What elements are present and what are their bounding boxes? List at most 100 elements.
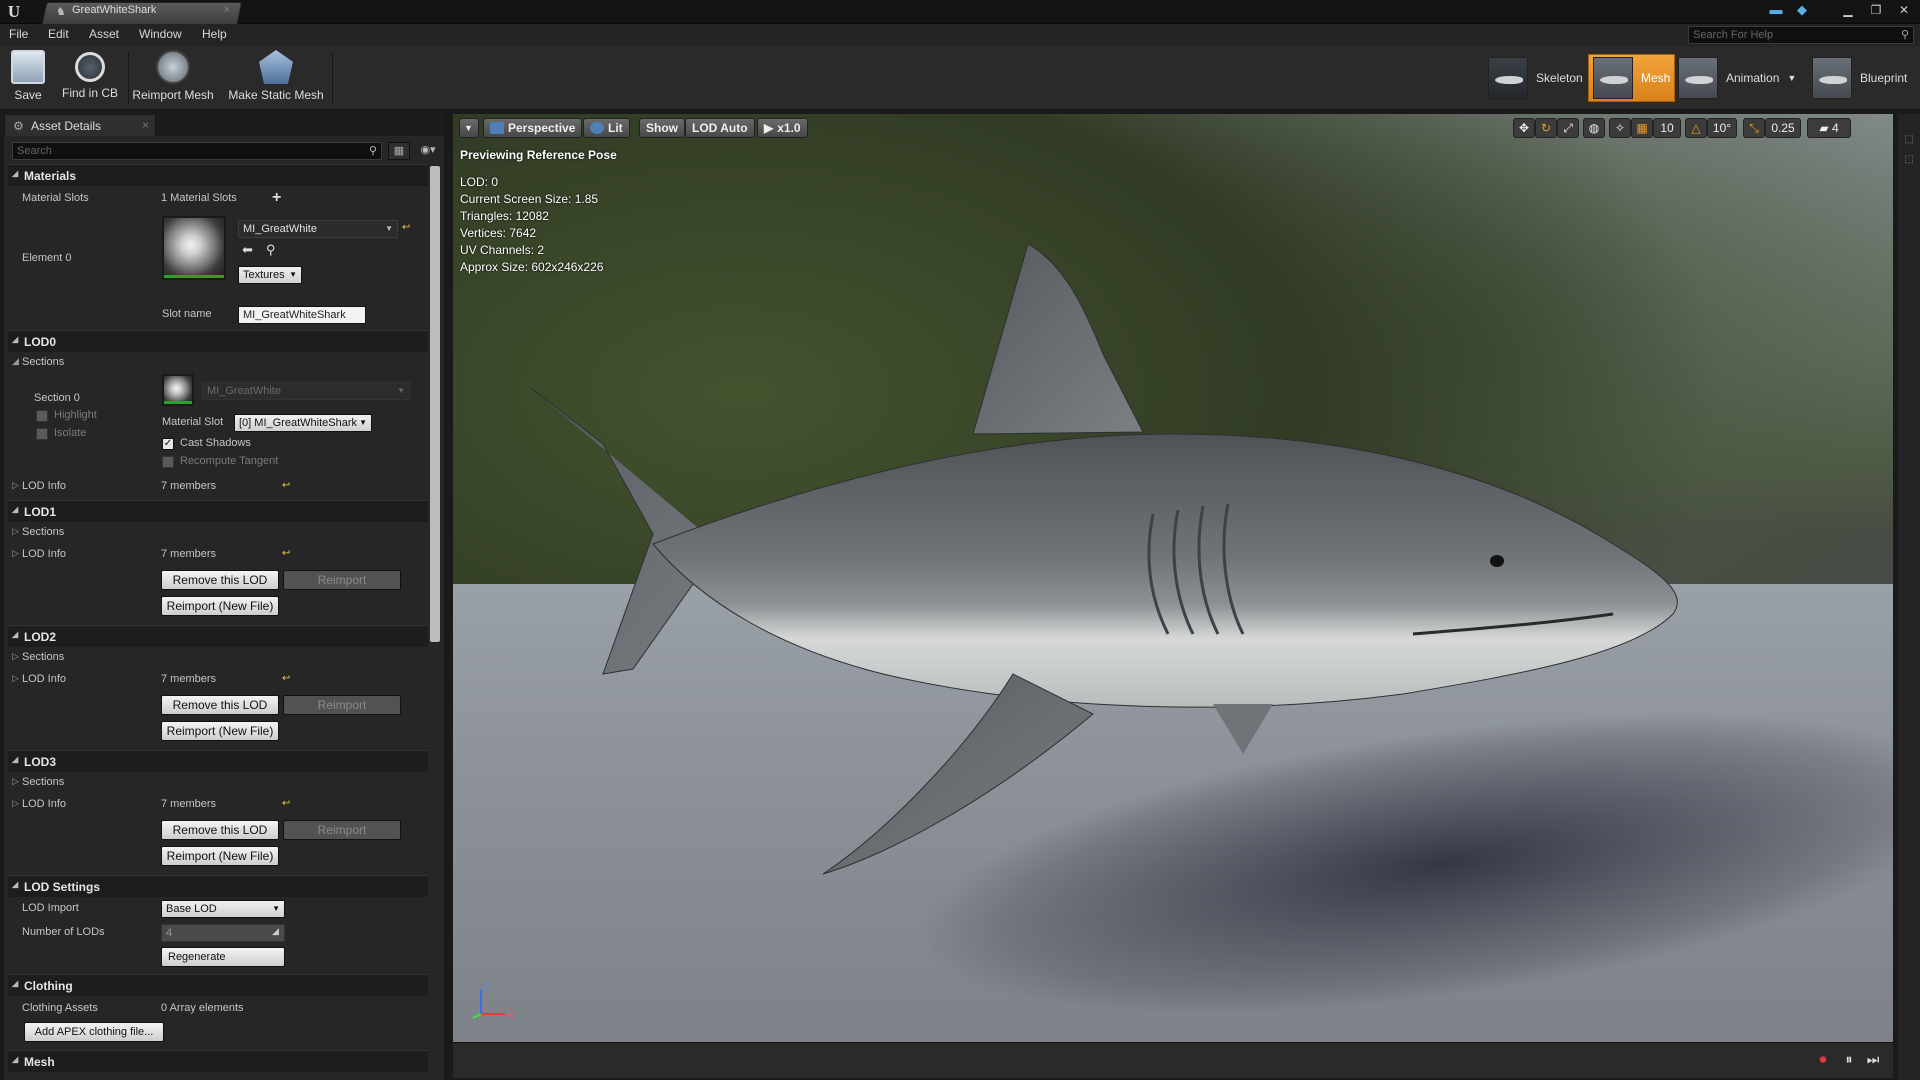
menu-help[interactable]: Help: [202, 27, 227, 41]
mode-mesh[interactable]: Mesh: [1588, 54, 1676, 102]
reimport-lod3-button[interactable]: Reimport: [283, 820, 401, 840]
remove-lod2-button[interactable]: Remove this LOD: [161, 695, 279, 715]
scale-mode-icon[interactable]: ⤢: [1557, 118, 1579, 138]
make-static-mesh-button[interactable]: Make Static Mesh: [224, 50, 328, 106]
lod-auto-button[interactable]: LOD Auto: [685, 118, 755, 138]
expand-icon[interactable]: ▷: [12, 776, 19, 787]
expand-icon[interactable]: ▷: [12, 548, 19, 559]
lod-import-dropdown[interactable]: Base LOD: [161, 900, 285, 918]
menu-window[interactable]: Window: [139, 27, 182, 41]
lod2-sections-row[interactable]: ▷ Sections: [8, 647, 428, 669]
lod1-lod-info-row[interactable]: ▷ LOD Info 7 members ↩: [8, 544, 428, 566]
details-scrollbar[interactable]: [430, 166, 440, 642]
unreal-logo-icon[interactable]: U: [4, 2, 24, 22]
category-lod1[interactable]: LOD1: [8, 500, 428, 522]
restore-icon[interactable]: ❐: [1866, 2, 1886, 18]
remove-lod1-button[interactable]: Remove this LOD: [161, 570, 279, 590]
pause-icon[interactable]: ⏸: [1839, 1051, 1859, 1071]
add-icon[interactable]: +: [272, 189, 281, 207]
use-selected-icon[interactable]: ⬅: [242, 242, 253, 258]
side-tab-icon[interactable]: ⬚: [1903, 134, 1915, 148]
viewport[interactable]: ▼ Perspective Lit Show LOD Auto ▶ x1.0 ✥ …: [453, 114, 1893, 1042]
lod3-lod-info-row[interactable]: ▷ LOD Info 7 members ↩: [8, 794, 428, 816]
reimport-new-file-lod1-button[interactable]: Reimport (New File): [161, 596, 279, 616]
close-tab-icon[interactable]: ×: [224, 4, 230, 16]
category-lod0[interactable]: LOD0: [8, 330, 428, 352]
number-of-lods-field[interactable]: 4: [161, 924, 285, 942]
spinner-arrow-icon[interactable]: ◢: [272, 926, 279, 937]
shark-model[interactable]: [453, 114, 1893, 1042]
mode-animation[interactable]: Animation ▼: [1674, 54, 1800, 102]
scale-snap-icon[interactable]: ⤡: [1743, 118, 1765, 138]
view-options-icon[interactable]: ◉▾: [414, 142, 442, 160]
material-picker[interactable]: MI_GreatWhite: [238, 220, 398, 238]
reset-to-default-icon[interactable]: ↩: [402, 222, 410, 233]
grid-snap-icon[interactable]: ▦: [1631, 118, 1653, 138]
rotate-mode-icon[interactable]: ↻: [1535, 118, 1557, 138]
lod0-lod-info-row[interactable]: ▷ LOD Info 7 members ↩: [8, 476, 428, 498]
feedback-icon[interactable]: ▬: [1768, 3, 1784, 17]
chevron-down-icon[interactable]: ▼: [1787, 73, 1796, 83]
textures-dropdown[interactable]: Textures: [238, 266, 302, 284]
category-lod-settings[interactable]: LOD Settings: [8, 875, 428, 897]
category-mesh[interactable]: Mesh: [8, 1050, 428, 1072]
reimport-new-file-lod2-button[interactable]: Reimport (New File): [161, 721, 279, 741]
rotation-snap-icon[interactable]: △: [1685, 118, 1707, 138]
expand-icon[interactable]: ◢: [12, 356, 19, 367]
minimize-icon[interactable]: ▁: [1838, 2, 1858, 18]
cast-shadows-checkbox[interactable]: ✓: [162, 438, 174, 450]
mode-skeleton[interactable]: Skeleton: [1484, 54, 1587, 102]
grid-snap-value[interactable]: 10: [1653, 118, 1681, 138]
reimport-lod1-button[interactable]: Reimport: [283, 570, 401, 590]
viewport-options-button[interactable]: ▼: [459, 118, 479, 138]
rotation-snap-value[interactable]: 10°: [1707, 118, 1737, 138]
highlight-checkbox[interactable]: [36, 410, 48, 422]
expand-icon[interactable]: ▷: [12, 798, 19, 809]
details-search-input[interactable]: Search ⚲: [12, 142, 382, 160]
step-forward-icon[interactable]: ⏭: [1863, 1051, 1883, 1071]
camera-speed-button[interactable]: ▰ 4: [1807, 118, 1851, 138]
menu-file[interactable]: File: [9, 27, 28, 41]
reimport-new-file-lod3-button[interactable]: Reimport (New File): [161, 846, 279, 866]
lit-button[interactable]: Lit: [583, 118, 630, 138]
reset-to-default-icon[interactable]: ↩: [282, 673, 290, 684]
category-lod3[interactable]: LOD3: [8, 750, 428, 772]
show-button[interactable]: Show: [639, 118, 685, 138]
close-icon[interactable]: ✕: [1894, 2, 1914, 18]
side-tab-icon[interactable]: ⬚: [1903, 154, 1915, 168]
scale-snap-value[interactable]: 0.25: [1765, 118, 1801, 138]
browse-icon[interactable]: ⚲: [266, 242, 276, 258]
add-apex-clothing-button[interactable]: Add APEX clothing file...: [24, 1022, 164, 1042]
reset-to-default-icon[interactable]: ↩: [282, 480, 290, 491]
lod1-sections-row[interactable]: ▷ Sections: [8, 522, 428, 544]
lod0-sections-row[interactable]: ◢ Sections: [8, 352, 428, 374]
expand-icon[interactable]: ▷: [12, 480, 19, 491]
reset-to-default-icon[interactable]: ↩: [282, 798, 290, 809]
source-control-icon[interactable]: ◆: [1794, 3, 1810, 17]
lod3-sections-row[interactable]: ▷ Sections: [8, 772, 428, 794]
menu-asset[interactable]: Asset: [89, 27, 119, 41]
recompute-tangent-checkbox[interactable]: [162, 456, 174, 468]
expand-icon[interactable]: ▷: [12, 673, 19, 684]
menu-edit[interactable]: Edit: [48, 27, 69, 41]
asset-details-tab[interactable]: ⚙ Asset Details ×: [4, 114, 156, 136]
reimport-mesh-button[interactable]: Reimport Mesh: [132, 50, 214, 106]
lod2-lod-info-row[interactable]: ▷ LOD Info 7 members ↩: [8, 669, 428, 691]
perspective-button[interactable]: Perspective: [483, 118, 583, 138]
reset-to-default-icon[interactable]: ↩: [282, 548, 290, 559]
translate-mode-icon[interactable]: ✥: [1513, 118, 1535, 138]
category-lod2[interactable]: LOD2: [8, 625, 428, 647]
material-thumbnail[interactable]: [162, 216, 226, 280]
find-in-cb-button[interactable]: Find in CB: [58, 50, 122, 106]
slot-name-field[interactable]: MI_GreatWhiteShark: [238, 306, 366, 324]
material-slot-dropdown[interactable]: [0] MI_GreatWhiteShark: [234, 414, 372, 432]
property-matrix-icon[interactable]: ▦: [388, 142, 410, 160]
isolate-checkbox[interactable]: [36, 428, 48, 440]
expand-icon[interactable]: ▷: [12, 526, 19, 537]
close-tab-icon[interactable]: ×: [142, 118, 149, 132]
reimport-lod2-button[interactable]: Reimport: [283, 695, 401, 715]
surface-snap-icon[interactable]: ✧: [1609, 118, 1631, 138]
mode-blueprint[interactable]: Blueprint: [1808, 54, 1911, 102]
help-search-input[interactable]: Search For Help ⚲: [1688, 26, 1914, 44]
record-icon[interactable]: ⏺: [1813, 1051, 1833, 1071]
